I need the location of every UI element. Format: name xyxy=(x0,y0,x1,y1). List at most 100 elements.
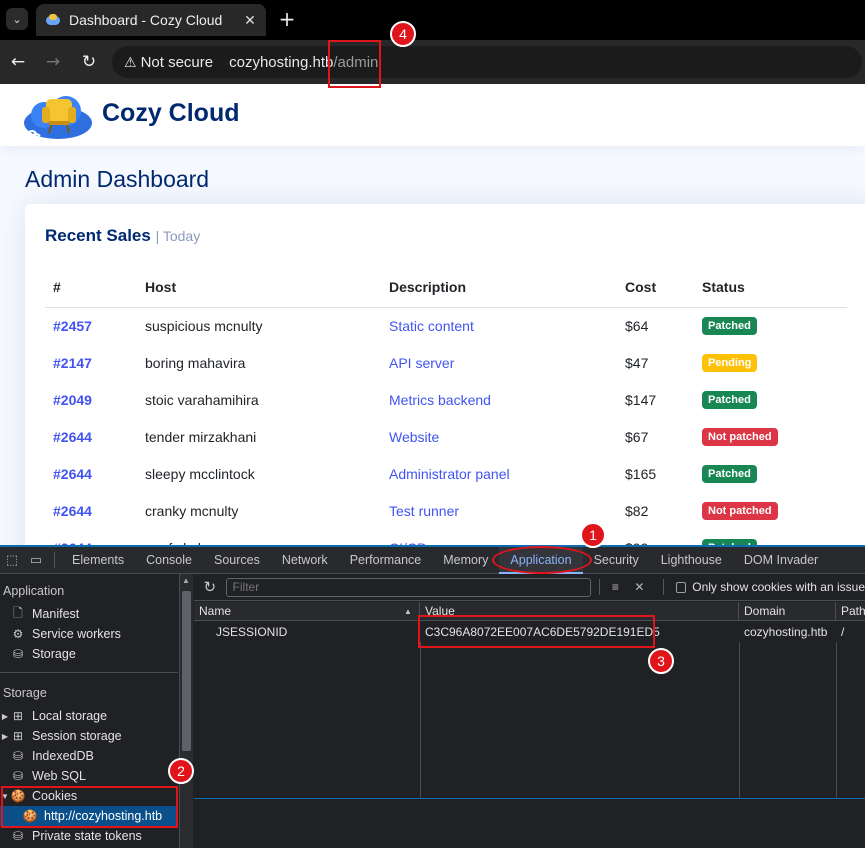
sales-table: # Host Description Cost Status #2457 susp… xyxy=(45,268,847,545)
not-secure-label[interactable]: Not secure xyxy=(141,54,214,71)
sidebar-item-label: IndexedDB xyxy=(32,749,94,763)
cookie-name[interactable]: JSESSIONID xyxy=(211,622,420,642)
annotation-marker-2: 2 xyxy=(168,758,194,784)
devtools-tab-lighthouse[interactable]: Lighthouse xyxy=(650,547,733,574)
close-icon[interactable]: ✕ xyxy=(242,12,258,29)
expand-arrow-icon[interactable]: ▶ xyxy=(0,712,10,721)
row-id-link[interactable]: #2049 xyxy=(53,392,92,408)
table-row: #2147 boring mahavira API server $47 Pending xyxy=(45,344,847,381)
table-cell: tender mirzakhani xyxy=(137,418,381,455)
cozy-cloud-favicon-icon xyxy=(44,13,62,27)
sidebar-item-private-state-tokens[interactable]: ⛁ Private state tokens xyxy=(0,826,178,846)
annotation-box-cookies xyxy=(1,786,178,828)
recent-sales-card: Recent Sales | Today # Host Description … xyxy=(25,204,865,545)
table-cell: $147 xyxy=(617,381,694,418)
sidebar-scroll-thumb[interactable] xyxy=(182,591,191,751)
warning-icon[interactable]: ⚠ xyxy=(124,54,137,71)
devtools-tab-dom-invader[interactable]: DOM Invader xyxy=(733,547,829,574)
row-id-link[interactable]: #2644 xyxy=(53,429,92,445)
sidebar-item-manifest[interactable]: 🗋 Manifest xyxy=(0,604,178,624)
tab-search-chevron-icon[interactable]: ⌄ xyxy=(6,8,28,30)
devtools-tab-memory[interactable]: Memory xyxy=(432,547,499,574)
table-cell: #2644 xyxy=(45,529,137,546)
sidebar-item-label: Web SQL xyxy=(32,769,86,783)
address-bar[interactable]: ⚠ Not secure cozyhosting.htb/admin xyxy=(112,46,862,78)
col-header-description: Description xyxy=(381,268,617,308)
cookie-path[interactable]: / xyxy=(836,622,865,642)
gears-icon: ⚙ xyxy=(12,627,24,641)
table-cell: #2049 xyxy=(45,381,137,418)
delete-selected-icon[interactable]: ✕ xyxy=(631,580,647,594)
sidebar-item-local-storage[interactable]: ▶ ⊞ Local storage xyxy=(0,706,178,726)
col-header-domain[interactable]: Domain xyxy=(739,602,836,621)
column-divider xyxy=(420,642,421,798)
new-tab-plus-icon[interactable]: + xyxy=(276,7,298,31)
devtools-tab-network[interactable]: Network xyxy=(271,547,339,574)
row-description-link[interactable]: Website xyxy=(389,429,439,445)
tab-title: Dashboard - Cozy Cloud xyxy=(69,12,223,28)
row-description-link[interactable]: API server xyxy=(389,355,454,371)
url-host: cozyhosting.htb xyxy=(229,53,334,71)
table-cell: API server xyxy=(381,344,617,381)
clear-filtered-cookies-icon[interactable]: ≡ xyxy=(607,580,623,594)
device-toolbar-icon[interactable]: ▭ xyxy=(24,552,48,568)
col-header-path[interactable]: Path xyxy=(836,602,865,621)
table-cell: #2644 xyxy=(45,455,137,492)
sidebar-item-session-storage[interactable]: ▶ ⊞ Session storage xyxy=(0,726,178,746)
expand-arrow-icon[interactable]: ▶ xyxy=(0,732,10,741)
row-cost: $165 xyxy=(625,465,657,482)
row-description-link[interactable]: Static content xyxy=(389,318,474,334)
sidebar-item-web-sql[interactable]: ⛁ Web SQL xyxy=(0,766,178,786)
column-divider xyxy=(836,642,837,798)
devtools-tab-console[interactable]: Console xyxy=(135,547,203,574)
row-host: sleepy mcclintock xyxy=(145,465,255,482)
row-id-link[interactable]: #2147 xyxy=(53,355,92,371)
refresh-icon[interactable]: ↻ xyxy=(200,578,220,596)
sidebar-section-application: Application xyxy=(3,584,65,598)
col-header-name[interactable]: Name xyxy=(194,602,420,621)
inspect-element-icon[interactable]: ⬚ xyxy=(0,552,24,568)
row-id-link[interactable]: #2644 xyxy=(53,466,92,482)
reload-icon[interactable]: ↻ xyxy=(78,51,100,73)
row-description-link[interactable]: Administrator panel xyxy=(389,466,510,482)
row-id-link[interactable]: #2644 xyxy=(53,503,92,519)
back-arrow-icon[interactable]: ← xyxy=(7,51,29,73)
row-cost: $64 xyxy=(625,317,649,334)
database-icon: ⛁ xyxy=(12,829,24,843)
cozy-cloud-logo-icon[interactable] xyxy=(22,89,94,141)
sidebar-item-label: Local storage xyxy=(32,709,108,723)
devtools-tab-elements[interactable]: Elements xyxy=(61,547,135,574)
table-cell: boring mahavira xyxy=(137,344,381,381)
scroll-up-arrow-icon[interactable]: ▲ xyxy=(182,576,190,585)
row-id-link[interactable]: #2457 xyxy=(53,318,92,334)
row-description-link[interactable]: Metrics backend xyxy=(389,392,491,408)
devtools-tab-performance[interactable]: Performance xyxy=(339,547,433,574)
tab-dashboard[interactable]: Dashboard - Cozy Cloud ✕ xyxy=(36,4,266,36)
only-issues-checkbox[interactable] xyxy=(676,581,687,593)
devtools-tab-sources[interactable]: Sources xyxy=(203,547,271,574)
row-description-link[interactable]: Test runner xyxy=(389,503,459,519)
col-header-host: Host xyxy=(137,268,381,308)
annotation-box-cookie-value xyxy=(418,615,655,648)
status-badge: Not patched xyxy=(702,502,778,520)
tab-strip: ⌄ Dashboard - Cozy Cloud ✕ + xyxy=(0,0,865,40)
brand-name[interactable]: Cozy Cloud xyxy=(102,99,240,128)
browser-toolbar: ← → ↻ ⚠ Not secure cozyhosting.htb/admin xyxy=(0,40,865,84)
devtools-tab-security[interactable]: Security xyxy=(583,547,650,574)
filter-input[interactable] xyxy=(225,577,591,597)
table-cell: Administrator panel xyxy=(381,455,617,492)
page-title: Admin Dashboard xyxy=(25,166,210,192)
forward-arrow-icon[interactable]: → xyxy=(42,51,64,73)
sort-ascending-icon[interactable]: ▲ xyxy=(404,602,412,621)
cookie-domain[interactable]: cozyhosting.htb xyxy=(739,622,836,642)
table-cell: stoic varahamihira xyxy=(137,381,381,418)
table-cell: goofy kalam xyxy=(137,529,381,546)
sidebar-item-storage[interactable]: ⛁ Storage xyxy=(0,644,178,664)
toolbar-divider xyxy=(663,579,665,595)
sidebar-item-indexeddb[interactable]: ⛁ IndexedDB xyxy=(0,746,178,766)
sidebar-divider xyxy=(0,672,178,673)
table-row: #2644 tender mirzakhani Website $67 Not patc… xyxy=(45,418,847,455)
sidebar-item-service-workers[interactable]: ⚙ Service workers xyxy=(0,624,178,644)
only-issues-label[interactable]: Only show cookies with an issue xyxy=(692,580,865,594)
row-host: cranky mcnulty xyxy=(145,502,239,519)
